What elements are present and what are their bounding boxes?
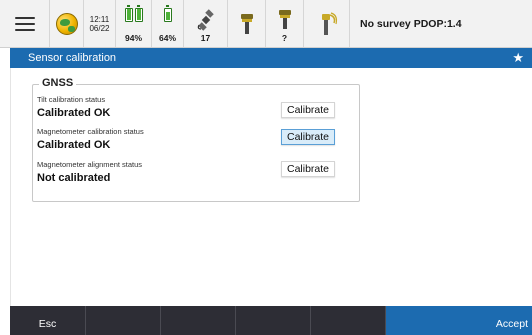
- gnss-antenna-icon: [278, 9, 291, 29]
- date-text: 06/22: [89, 23, 110, 33]
- satellite-icon: [197, 8, 214, 31]
- datetime-display[interactable]: 12:11 06/22: [84, 0, 116, 47]
- magnetometer-calibration-row: Magnetometer calibration status Calibrat…: [37, 127, 355, 151]
- battery-2-percent: 64%: [158, 33, 176, 43]
- battery-1-percent: 94%: [124, 33, 142, 43]
- magnetometer-alignment-row: Magnetometer alignment status Not calibr…: [37, 160, 355, 184]
- battery-icon: [163, 5, 172, 22]
- bottom-bar: Esc Accept: [10, 306, 532, 335]
- battery-icon: [134, 5, 143, 22]
- hamburger-icon: [14, 16, 35, 31]
- time-text: 12:11: [89, 14, 110, 24]
- rover-receiver-icon: [321, 11, 337, 35]
- survey-status-text[interactable]: No survey PDOP:1.4: [350, 0, 532, 47]
- globe-icon: [55, 12, 78, 35]
- gnss-antenna-icon: [240, 13, 253, 34]
- accept-button[interactable]: Accept: [386, 306, 532, 335]
- antenna-2-value: ?: [281, 33, 288, 43]
- menu-button[interactable]: [0, 0, 50, 47]
- battery-status-1[interactable]: 94%: [116, 0, 152, 47]
- tilt-calibration-row: Tilt calibration status Calibrated OK Ca…: [37, 95, 355, 119]
- tilt-calibrate-button[interactable]: Calibrate: [281, 102, 336, 118]
- satellite-status[interactable]: 17: [184, 0, 228, 47]
- softkey-empty-4[interactable]: [311, 306, 386, 335]
- title-bar: Sensor calibration ★: [10, 48, 532, 68]
- globe-button[interactable]: [50, 0, 84, 47]
- gnss-group: GNSS Tilt calibration status Calibrated …: [32, 77, 360, 202]
- alignment-calibrate-button[interactable]: Calibrate: [281, 161, 336, 177]
- magnetometer-calibrate-button[interactable]: Calibrate: [281, 129, 336, 145]
- antenna-status-2[interactable]: ?: [266, 0, 304, 47]
- esc-button[interactable]: Esc: [10, 306, 86, 335]
- satellite-count: 17: [200, 33, 211, 43]
- status-bar: 12:11 06/22 94% 64% 17 ? No survey PDOP:…: [0, 0, 532, 48]
- page-title: Sensor calibration: [28, 52, 117, 64]
- group-legend: GNSS: [39, 77, 77, 89]
- rover-status[interactable]: [304, 0, 350, 47]
- softkey-empty-1[interactable]: [86, 306, 161, 335]
- star-icon[interactable]: ★: [512, 50, 524, 66]
- battery-status-2[interactable]: 64%: [152, 0, 184, 47]
- antenna-status-1[interactable]: [228, 0, 266, 47]
- content-area: GNSS Tilt calibration status Calibrated …: [10, 68, 532, 306]
- softkey-empty-2[interactable]: [161, 306, 236, 335]
- softkey-empty-3[interactable]: [236, 306, 311, 335]
- battery-icon: [124, 5, 133, 22]
